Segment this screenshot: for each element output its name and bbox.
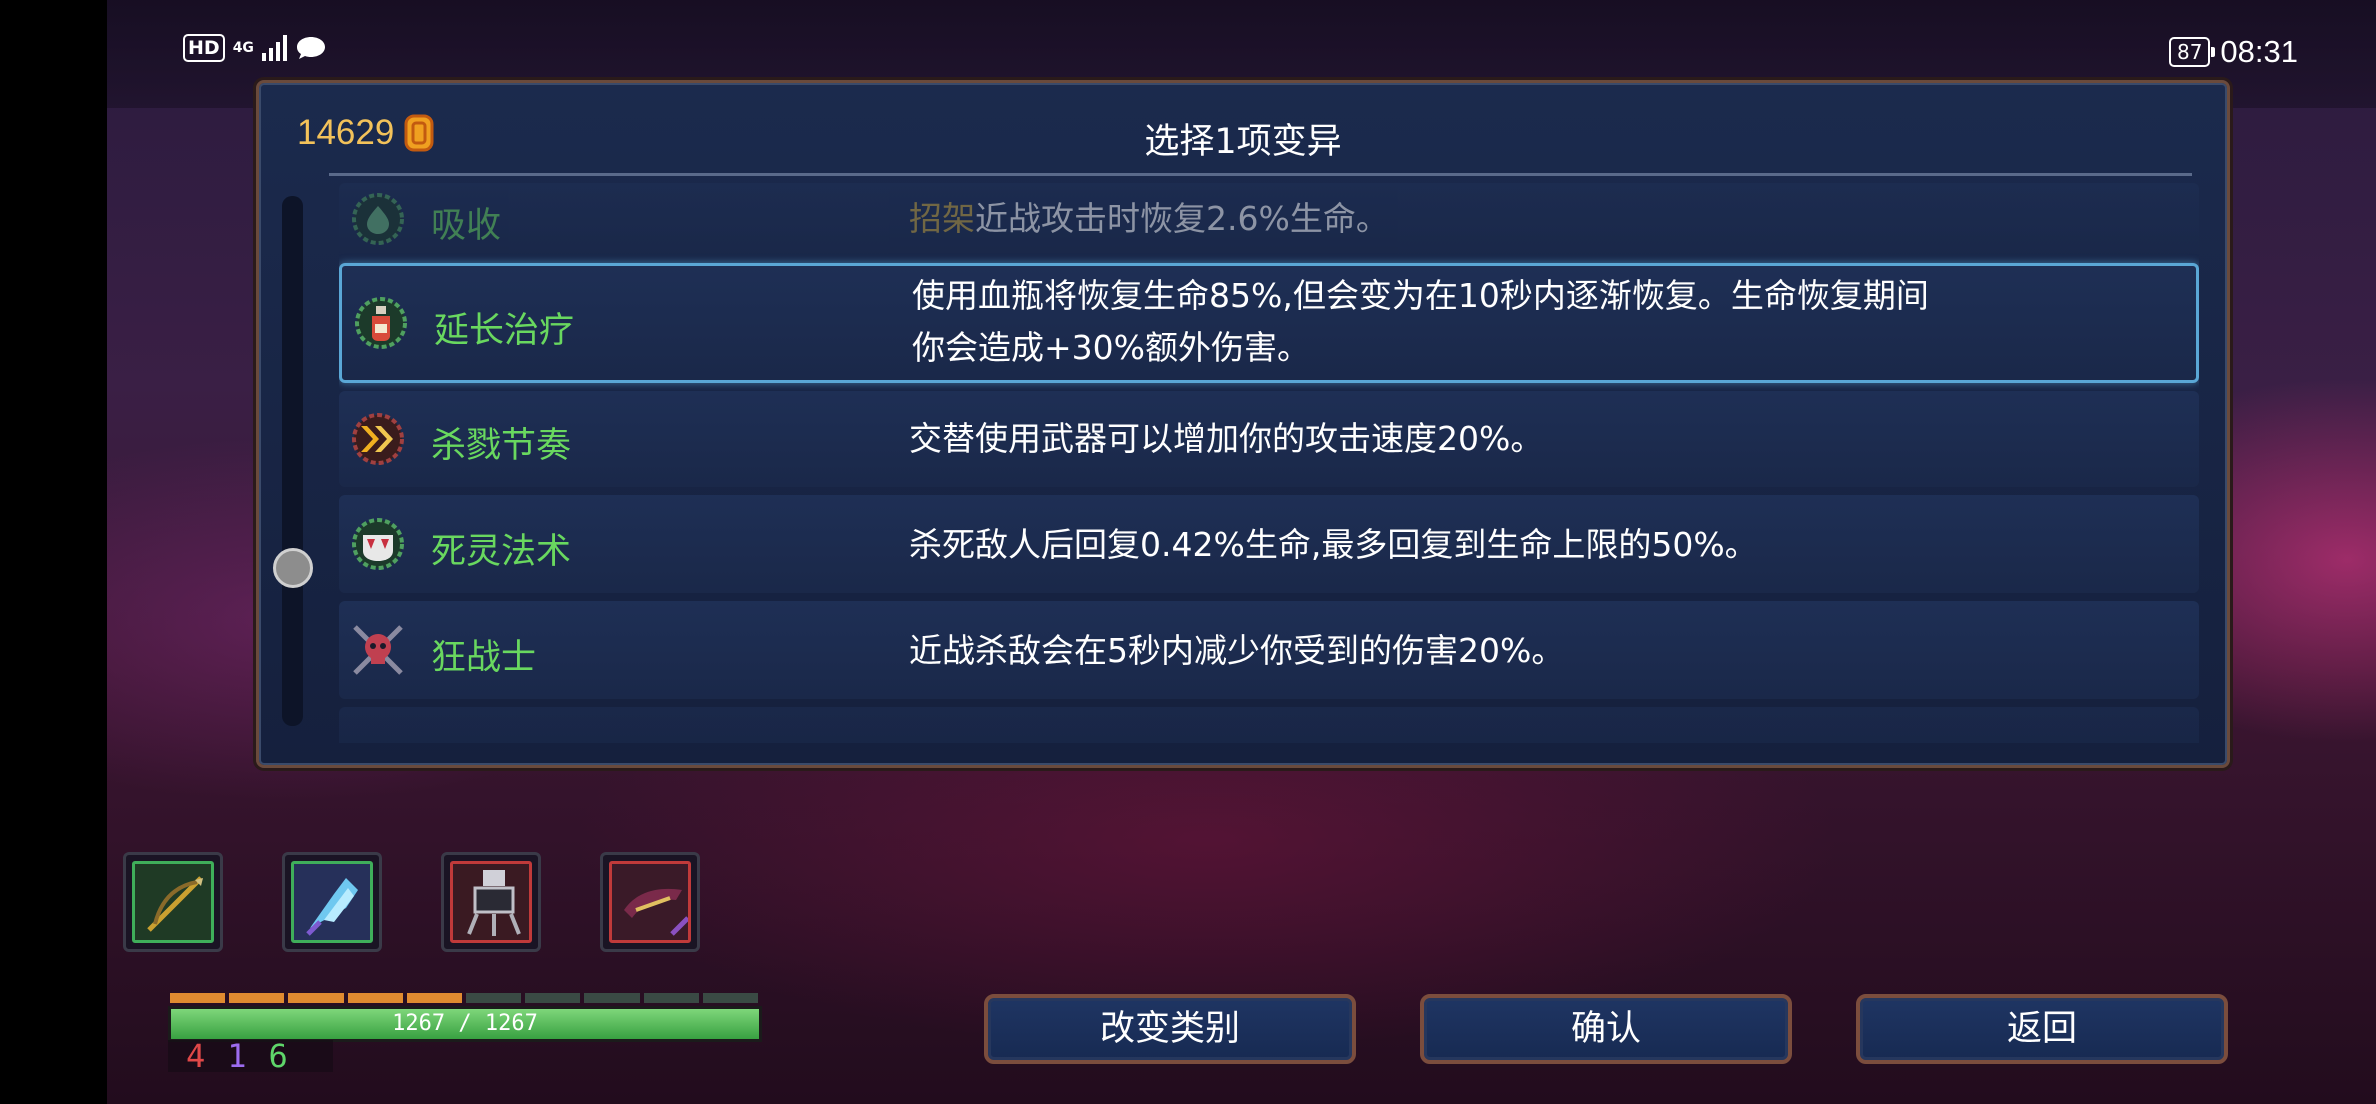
- fangs-icon: [352, 518, 404, 570]
- mutation-desc: 近战攻击时恢复2.6%生命。: [975, 199, 1389, 238]
- health-bar: 1267 / 1267: [168, 1006, 762, 1042]
- title-divider: [329, 173, 2192, 176]
- stat-scrolls: 4 1 6: [168, 1040, 333, 1072]
- mutation-row-berserker[interactable]: 狂战士 近战杀敌会在5秒内减少你受到的伤害20%。: [339, 601, 2199, 699]
- mutation-name: 杀戮节奏: [431, 426, 572, 466]
- mutation-row-extended-healing[interactable]: 延长治疗 使用血瓶将恢复生命85%,但会变为在10秒内逐渐恢复。生命恢复期间 你…: [339, 263, 2199, 383]
- item-slot-frame: [291, 861, 373, 943]
- item-slot-frame: [132, 861, 214, 943]
- mutation-name: 狂战士: [431, 638, 537, 678]
- item-slot-4[interactable]: [600, 852, 700, 952]
- mutation-list: 吸收 招架近战攻击时恢复2.6%生命。 延长治疗 使用血瓶将恢复生命85%,但会…: [339, 183, 2199, 743]
- heart-drop-icon: [352, 193, 404, 245]
- confirm-button[interactable]: 确认: [1420, 994, 1792, 1064]
- mutation-desc: 近战杀敌会在5秒内减少你受到的伤害20%。: [909, 631, 1565, 670]
- scrollbar-thumb[interactable]: [273, 548, 313, 588]
- health-text: 1267 / 1267: [392, 1011, 538, 1036]
- scrollbar-track[interactable]: [282, 196, 303, 726]
- network-type: 4G: [232, 40, 254, 56]
- chevrons-icon: [352, 413, 404, 465]
- mutation-name: 死灵法术: [431, 532, 572, 572]
- panel-title: 选择1项变异: [1144, 122, 1342, 162]
- change-category-button[interactable]: 改变类别: [984, 994, 1356, 1064]
- hp-segments: [170, 993, 759, 1005]
- mutation-row-combo[interactable]: 杀戮节奏 交替使用武器可以增加你的攻击速度20%。: [339, 391, 2199, 487]
- bow-icon: [147, 876, 203, 932]
- mutation-desc-line-1: 使用血瓶将恢复生命85%,但会变为在10秒内逐渐恢复。生命恢复期间: [912, 276, 1929, 315]
- brutality-stat: 4: [186, 1037, 206, 1075]
- clock: 08:31: [2220, 34, 2298, 69]
- survival-stat: 6: [268, 1037, 288, 1075]
- mutation-row-necromancy[interactable]: 死灵法术 杀死敌人后回复0.42%生命,最多回复到生命上限的50%。: [339, 495, 2199, 593]
- item-slot-frame: [450, 861, 532, 943]
- potion-icon: [355, 297, 407, 349]
- hd-badge: HD: [183, 34, 225, 62]
- mutation-name: 延长治疗: [434, 311, 575, 351]
- back-button[interactable]: 返回: [1856, 994, 2228, 1064]
- skull-icon: [353, 625, 403, 675]
- chat-icon: [296, 37, 325, 59]
- item-slot-2[interactable]: [282, 852, 382, 952]
- battery-icon: 87: [2168, 37, 2216, 67]
- mutation-row-absorb[interactable]: 吸收 招架近战攻击时恢复2.6%生命。: [339, 183, 2199, 255]
- claw-icon: [624, 888, 688, 936]
- signal-icon: [261, 35, 287, 61]
- tactics-stat: 1: [227, 1037, 247, 1075]
- mutation-name: 吸收: [431, 206, 502, 246]
- item-slot-3[interactable]: [441, 852, 541, 952]
- item-slot-frame: [609, 861, 691, 943]
- keyword-parry: 招架: [909, 199, 975, 238]
- turret-icon: [467, 870, 521, 936]
- mutation-desc: 杀死敌人后回复0.42%生命,最多回复到生命上限的50%。: [909, 525, 1758, 564]
- ice-crystal-icon: [306, 878, 358, 936]
- mutation-desc-line-2: 你会造成+30%额外伤害。: [912, 328, 1310, 367]
- mutation-desc: 交替使用武器可以增加你的攻击速度20%。: [909, 419, 1544, 458]
- mutation-panel: 14629 选择1项变异 吸收 招架近战攻击时恢复2.6%生命。 延长治疗 使用…: [256, 80, 2230, 768]
- mutation-row-next[interactable]: [339, 707, 2199, 743]
- mutation-desc: 使用血瓶将恢复生命85%,但会变为在10秒内逐渐恢复。生命恢复期间 你会造成+3…: [912, 270, 2112, 374]
- item-slot-1[interactable]: [123, 852, 223, 952]
